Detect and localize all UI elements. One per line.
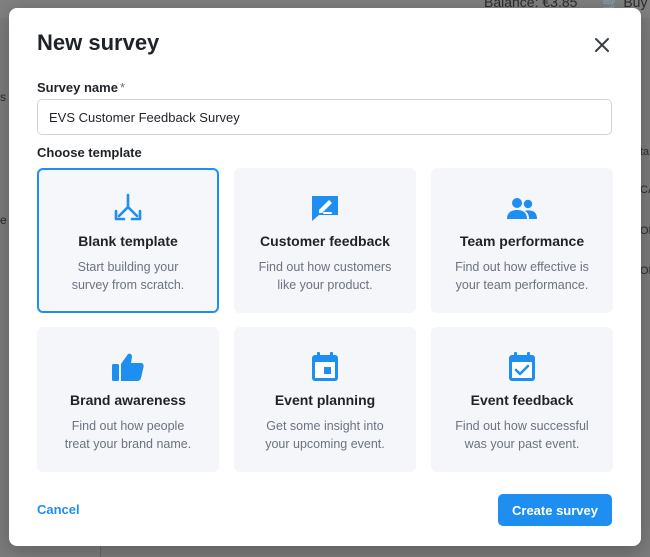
- people-icon: [507, 198, 537, 219]
- choose-template-label: Choose template: [37, 145, 142, 160]
- template-title: Blank template: [78, 233, 178, 249]
- template-card-brand-awareness[interactable]: Brand awareness Find out how people trea…: [37, 327, 219, 472]
- template-card-blank[interactable]: Blank template Start building your surve…: [37, 168, 219, 313]
- calendar-icon: [312, 352, 338, 381]
- template-description: Find out how successful was your past ev…: [455, 419, 589, 451]
- template-description: Find out how customers like your product…: [258, 260, 392, 292]
- new-survey-modal: New survey Survey name* Choose template …: [9, 8, 641, 546]
- cancel-button[interactable]: Cancel: [37, 502, 80, 517]
- template-description: Find out how effective is your team perf…: [455, 260, 589, 292]
- template-card-customer-feedback[interactable]: Customer feedback Find out how customers…: [234, 168, 416, 313]
- background-right-fragment: ta: [640, 146, 650, 158]
- create-survey-button[interactable]: Create survey: [498, 494, 612, 526]
- survey-name-input[interactable]: [37, 99, 612, 135]
- template-description: Get some insight into your upcoming even…: [265, 419, 385, 451]
- background-right-fragment: OR: [640, 225, 650, 237]
- template-card-team-performance[interactable]: Team performance Find out how effective …: [431, 168, 613, 313]
- thumbs-up-icon: [112, 353, 144, 381]
- template-description: Find out how people treat your brand nam…: [64, 419, 192, 451]
- background-sidebar-fragment: e: [0, 213, 7, 227]
- calendar-check-icon: [509, 352, 535, 381]
- template-title: Customer feedback: [260, 233, 390, 249]
- template-title: Event feedback: [470, 392, 574, 408]
- template-title: Team performance: [459, 233, 585, 249]
- survey-name-label: Survey name *: [37, 80, 125, 95]
- modal-title: New survey: [37, 30, 160, 55]
- background-right-fragment: OR: [640, 265, 650, 277]
- template-title: Event planning: [274, 392, 376, 408]
- template-card-event-planning[interactable]: Event planning Get some insight into you…: [234, 327, 416, 472]
- template-description: Start building your survey from scratch.: [71, 260, 185, 292]
- feedback-edit-icon: [312, 196, 338, 221]
- close-button[interactable]: [592, 35, 612, 55]
- close-icon: [595, 38, 609, 52]
- required-mark: *: [119, 80, 125, 95]
- template-card-event-feedback[interactable]: Event feedback Find out how successful w…: [431, 327, 613, 472]
- background-right-fragment: CA: [640, 184, 650, 196]
- background-sidebar-fragment: s: [0, 90, 6, 104]
- template-title: Brand awareness: [70, 392, 186, 408]
- split-arrows-icon: [114, 193, 142, 221]
